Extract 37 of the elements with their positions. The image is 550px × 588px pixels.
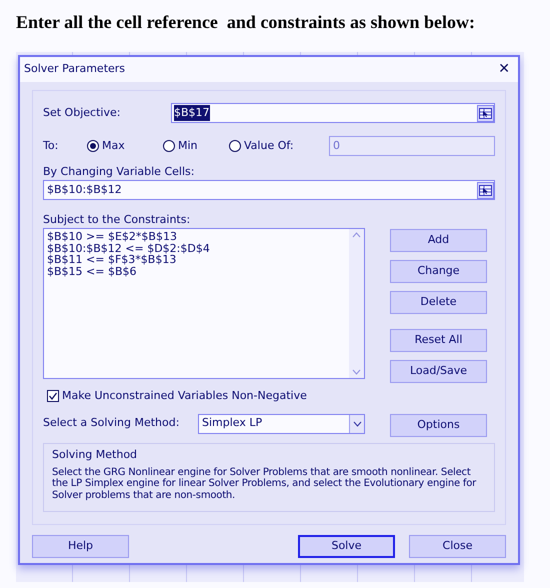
constraint-item[interactable]: $B$10 >= $E$2*$B$13 <box>47 231 349 242</box>
dialog-button[interactable]: Delete <box>390 291 487 314</box>
input-field[interactable]: $B$10:$B$12 <box>43 180 495 200</box>
field-label: Set Objective: <box>43 104 122 121</box>
info-text: Select the GRG Nonlinear engine for Solver Problems that are smooth nonlinear. Select the LP Simplex engine for linear Solver Problems, and select the Evolutionary engine for Solver problems that are non-smooth. <box>52 466 478 501</box>
constraint-item[interactable]: $B$11 <= $F$3*$B$13 <box>47 254 349 266</box>
radio-option[interactable]: Max <box>87 138 163 154</box>
chevron-down-icon <box>349 414 364 432</box>
field-value: $B$17 <box>174 104 210 122</box>
dialog-button[interactable]: Load/Save <box>390 360 487 383</box>
method-dropdown[interactable]: Simplex LP <box>198 414 365 434</box>
info-title: Solving Method <box>52 446 138 462</box>
dialog-button[interactable]: Options <box>390 414 487 436</box>
dialog-button[interactable]: Reset All <box>390 329 487 352</box>
range-select-icon[interactable] <box>477 104 494 122</box>
checkbox-option[interactable]: Make Unconstrained Variables Non-Negative <box>47 388 495 404</box>
constraints-list[interactable]: $B$10 >= $E$2*$B$13 $B$10:$B$12 <= $D$2:$D$4 $B$11 <= $F$3*$B$13 $B$15 <= $B$6 <box>43 228 365 379</box>
input-field[interactable]: $B$17 <box>171 103 495 123</box>
close-button[interactable]: ✕ <box>498 59 510 80</box>
radio-option[interactable]: Min <box>163 138 229 154</box>
page-heading: Enter all the cell reference and constraints as shown below: <box>15 11 476 34</box>
range-select-icon[interactable] <box>477 182 494 198</box>
field-label: Subject to the Constraints: <box>43 212 192 228</box>
constraint-item[interactable]: $B$10:$B$12 <= $D$2:$D$4 <box>47 242 349 254</box>
input-field[interactable]: 0 <box>329 136 495 156</box>
field-label: Select a Solving Method: <box>43 415 180 432</box>
dialog-button[interactable]: Solve <box>298 535 395 558</box>
dialog-button[interactable]: Change <box>390 260 487 283</box>
dialog-button[interactable]: Close <box>409 535 506 558</box>
constraint-item[interactable]: $B$15 <= $B$6 <box>47 266 349 277</box>
window-title: Solver Parameters <box>24 61 126 78</box>
dialog-button[interactable]: Add <box>390 229 487 252</box>
dialog-button[interactable]: Help <box>32 535 129 558</box>
field-value: $B$10:$B$12 <box>47 182 122 198</box>
field-label: To: <box>43 138 60 154</box>
field-label: By Changing Variable Cells: <box>43 164 196 180</box>
radio-option[interactable]: Value Of: <box>229 138 329 154</box>
